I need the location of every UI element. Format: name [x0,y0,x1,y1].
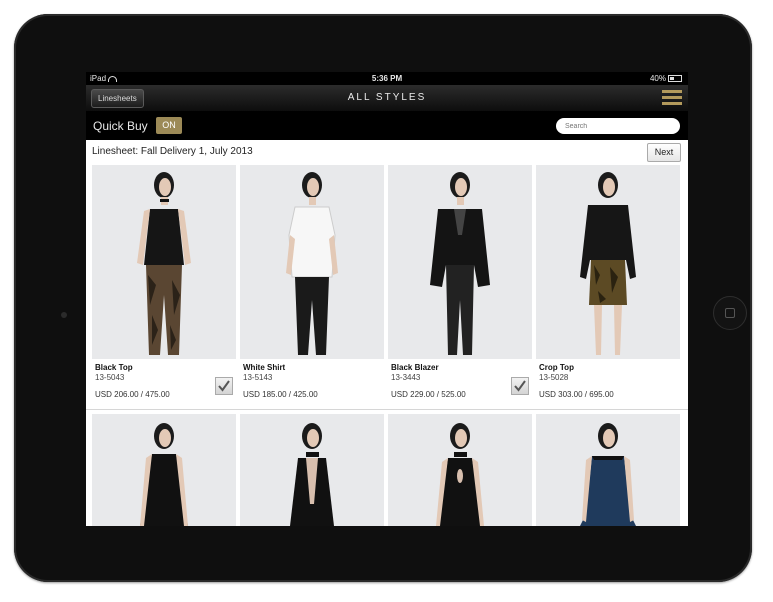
page-title: ALL STYLES [347,92,427,103]
battery-percent: 40% [649,74,666,83]
product-price: USD 206.00 / 475.00 [95,390,170,399]
quick-buy-label: Quick Buy [93,119,148,133]
product-card[interactable] [536,414,680,526]
product-name: Crop Top [539,363,574,372]
product-photo[interactable] [240,165,384,359]
search-input[interactable] [556,118,680,134]
quick-buy-toolbar: Quick Buy ON [86,112,688,140]
app-screen: iPad 5:36 PM 40% Linesheets ALL STYLES Q… [86,72,688,526]
product-name: Black Top [95,363,133,372]
select-checkbox[interactable] [215,377,233,395]
product-photo[interactable] [92,414,236,526]
product-card[interactable]: Black Top 13-5043 USD 206.00 / 475.00 [92,165,236,405]
product-sku: 13-5043 [95,373,125,382]
product-card[interactable]: Crop Top 13-5028 USD 303.00 / 695.00 [536,165,680,405]
select-checkbox[interactable] [511,377,529,395]
row-divider [86,409,688,410]
product-photo[interactable] [536,414,680,526]
product-sku: 13-5028 [539,373,569,382]
next-button[interactable]: Next [647,143,681,162]
battery-icon [668,75,682,83]
front-camera [61,312,67,318]
product-card[interactable]: White Shirt 13-5143 USD 185.00 / 425.00 [240,165,384,405]
product-name: White Shirt [243,363,286,372]
checkmark-icon [218,380,230,392]
product-photo[interactable] [536,165,680,359]
product-card[interactable]: Black Blazer 13-3443 USD 229.00 / 525.00 [388,165,532,405]
home-button[interactable] [713,296,747,330]
product-grid: Linesheet: Fall Delivery 1, July 2013 Ne… [86,140,688,526]
product-name: Black Blazer [391,363,439,372]
status-bar: iPad 5:36 PM 40% [86,72,688,85]
navigation-bar: Linesheets ALL STYLES [86,85,688,112]
product-photo[interactable] [388,414,532,526]
home-square-icon [725,308,735,318]
hamburger-menu-icon[interactable] [662,90,682,106]
product-sku: 13-5143 [243,373,273,382]
product-photo[interactable] [240,414,384,526]
product-card[interactable] [92,414,236,526]
product-sku: 13-3443 [391,373,421,382]
quick-buy-toggle[interactable]: ON [156,117,182,134]
product-price: USD 185.00 / 425.00 [243,390,318,399]
checkmark-icon [514,380,526,392]
product-photo[interactable] [388,165,532,359]
product-card[interactable] [240,414,384,526]
product-price: USD 303.00 / 695.00 [539,390,614,399]
linesheet-title: Linesheet: Fall Delivery 1, July 2013 [92,146,253,157]
product-price: USD 229.00 / 525.00 [391,390,466,399]
status-time: 5:36 PM [371,74,403,83]
product-card[interactable] [388,414,532,526]
product-photo[interactable] [92,165,236,359]
